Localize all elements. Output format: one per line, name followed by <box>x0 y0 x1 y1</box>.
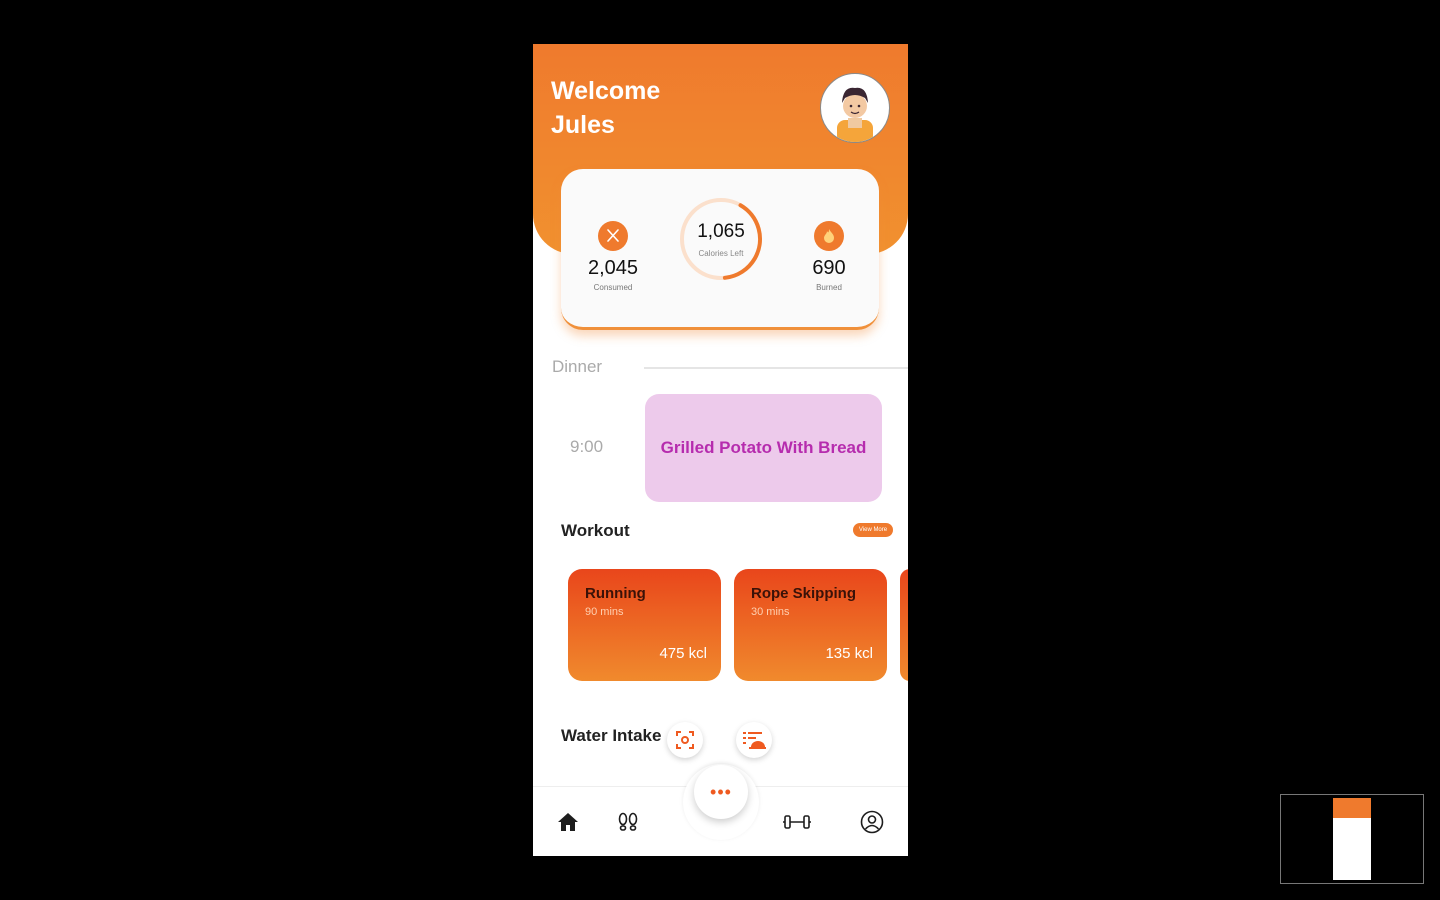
dinner-heading: Dinner <box>552 357 603 376</box>
profile-icon[interactable] <box>860 810 884 834</box>
meal-time: 9:00 <box>570 437 604 456</box>
workout-kcal: 135 kcl <box>825 645 873 662</box>
welcome-text: Welcome Jules <box>551 77 661 139</box>
water-intake-heading: Water Intake <box>561 726 662 745</box>
workout-card-partial[interactable] <box>900 569 908 681</box>
workout-heading: Workout <box>561 521 630 540</box>
burned-label: Burned <box>816 283 842 292</box>
workout-duration: 90 mins <box>585 606 624 618</box>
workout-card-running[interactable]: Running 90 mins 475 kcl <box>568 569 721 681</box>
meal-log-button[interactable] <box>736 722 772 758</box>
meal-list-icon <box>743 732 766 749</box>
meal-card[interactable]: Grilled Potato With Bread <box>645 394 882 502</box>
workout-card-rope-skipping[interactable]: Rope Skipping 30 mins 135 kcl <box>734 569 887 681</box>
calories-left-label: Calories Left <box>698 249 744 258</box>
preview-header <box>1333 798 1371 818</box>
meal-name: Grilled Potato With Bread <box>660 438 867 457</box>
flame-icon <box>814 221 844 251</box>
home-icon[interactable] <box>556 810 580 834</box>
user-avatar[interactable] <box>820 73 890 143</box>
workout-name: Running <box>585 585 646 602</box>
more-actions-button[interactable]: ••• <box>694 765 748 819</box>
preview-phone <box>1333 798 1371 880</box>
burned-stat: 690 Burned <box>784 221 874 292</box>
workout-kcal: 475 kcl <box>659 645 707 662</box>
app-screen: Welcome Jules 2,045 Consumed 1,065 Calor… <box>533 44 908 856</box>
calorie-summary-card: 2,045 Consumed 1,065 Calories Left 690 B… <box>561 169 879 330</box>
calories-left-value: 1,065 <box>697 221 745 242</box>
consumed-value: 2,045 <box>587 257 639 279</box>
scan-button[interactable] <box>667 722 703 758</box>
dinner-divider <box>644 367 908 369</box>
view-more-button[interactable]: View More <box>853 523 893 537</box>
footsteps-icon[interactable] <box>616 810 640 834</box>
utensils-icon <box>598 221 628 251</box>
preview-thumbnail[interactable] <box>1280 794 1424 884</box>
workout-name: Rope Skipping <box>751 585 856 602</box>
consumed-label: Consumed <box>593 283 633 292</box>
dumbbell-icon[interactable] <box>782 810 812 834</box>
scan-icon <box>676 731 694 749</box>
burned-value: 690 <box>812 257 846 279</box>
consumed-stat: 2,045 Consumed <box>568 221 658 292</box>
workout-duration: 30 mins <box>751 606 790 618</box>
